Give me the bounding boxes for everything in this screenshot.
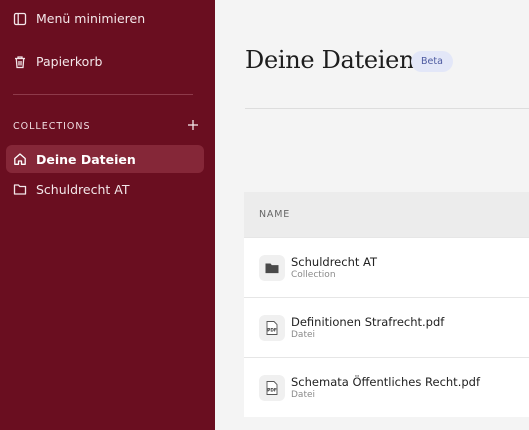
sidebar-item-deine-dateien[interactable]: Deine Dateien (6, 145, 204, 173)
beta-badge: Beta (411, 51, 453, 72)
header-divider (245, 108, 529, 109)
add-collection-button[interactable] (186, 118, 200, 132)
table-row[interactable]: Schuldrecht AT Collection (244, 237, 529, 297)
file-type: Datei (291, 330, 316, 340)
sidebar: Menü minimieren Papierkorb COLLECTIONS D… (0, 0, 215, 430)
folder-icon (13, 182, 27, 196)
pdf-icon: PDF (259, 314, 285, 341)
minimize-menu-button[interactable]: Menü minimieren (13, 11, 145, 26)
file-name: Schuldrecht AT (291, 255, 378, 269)
page-title: Deine Dateien (245, 46, 415, 74)
trash-button[interactable]: Papierkorb (13, 54, 102, 69)
trash-label: Papierkorb (36, 54, 103, 69)
file-name: Schemata Öffentliches Recht.pdf (291, 375, 480, 389)
file-type: Datei (291, 390, 316, 400)
svg-text:PDF: PDF (267, 327, 277, 332)
sidebar-divider (13, 94, 193, 95)
home-icon (13, 152, 27, 166)
minimize-menu-label: Menü minimieren (36, 11, 146, 26)
column-header-label: NAME (259, 209, 291, 220)
file-name: Definitionen Strafrecht.pdf (291, 315, 445, 329)
table-header-name[interactable]: NAME (244, 192, 529, 237)
sidebar-toggle-icon (13, 12, 27, 26)
svg-text:PDF: PDF (267, 387, 277, 392)
pdf-icon: PDF (259, 374, 285, 401)
file-type: Collection (291, 270, 336, 280)
sidebar-item-schuldrecht-at[interactable]: Schuldrecht AT (6, 175, 204, 203)
sidebar-item-label: Schuldrecht AT (36, 181, 130, 197)
trash-icon (13, 55, 27, 69)
sidebar-item-label: Deine Dateien (36, 151, 136, 167)
plus-icon (188, 120, 198, 130)
table-row[interactable]: PDF Definitionen Strafrecht.pdf Datei (244, 297, 529, 357)
files-table: NAME Schuldrecht AT Collection PDF Defin… (244, 192, 529, 417)
table-row[interactable]: PDF Schemata Öffentliches Recht.pdf Date… (244, 357, 529, 417)
main-content: Deine Dateien Beta NAME Schuldrecht AT C… (215, 0, 529, 430)
folder-icon (259, 254, 285, 281)
collections-heading: COLLECTIONS (13, 121, 91, 132)
